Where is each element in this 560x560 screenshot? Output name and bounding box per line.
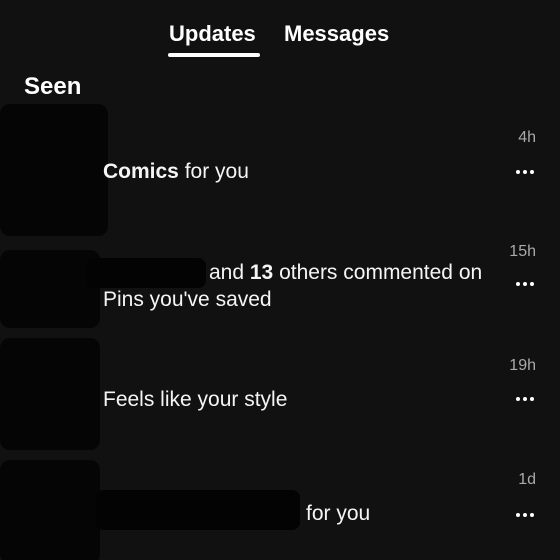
notification-item[interactable]: 1d for you: [0, 456, 560, 560]
notification-text: Comics for you: [103, 158, 493, 185]
section-title-seen: Seen: [24, 73, 82, 100]
top-tabs: Updates Messages: [0, 20, 560, 60]
more-options-icon[interactable]: [514, 510, 536, 520]
notification-text: Feels like your style: [103, 388, 288, 411]
pin-thumbnail[interactable]: [0, 250, 100, 328]
active-tab-indicator: [168, 53, 260, 57]
notification-text: and 13 others commented on Pins you've s…: [103, 259, 493, 313]
notification-item[interactable]: 19h Feels like your style: [0, 336, 560, 456]
notification-pre: and: [209, 261, 250, 284]
pin-thumbnail[interactable]: [0, 460, 100, 560]
notification-item[interactable]: 15h and 13 others commented on Pins you'…: [0, 240, 560, 340]
notifications-screen: Updates Messages Seen 4h Comics for you …: [0, 0, 560, 560]
timestamp: 4h: [518, 129, 536, 146]
notification-bold: Comics: [103, 160, 179, 183]
pin-thumbnail[interactable]: [0, 104, 108, 236]
tab-updates[interactable]: Updates: [169, 20, 256, 48]
notification-rest: for you: [178, 160, 249, 183]
pin-thumbnail[interactable]: [0, 338, 100, 450]
more-options-icon[interactable]: [514, 394, 536, 404]
notification-text: for you: [306, 502, 371, 525]
timestamp: 1d: [518, 471, 536, 488]
redacted-text: [96, 490, 300, 530]
more-options-icon[interactable]: [514, 167, 536, 177]
timestamp: 15h: [509, 243, 536, 260]
timestamp: 19h: [509, 357, 536, 374]
notification-item[interactable]: 4h Comics for you: [0, 100, 560, 240]
more-options-icon[interactable]: [514, 279, 536, 289]
notification-bold: 13: [249, 261, 274, 284]
tab-messages[interactable]: Messages: [284, 20, 389, 48]
notification-rest: others commented on Pins you've saved: [103, 261, 483, 311]
